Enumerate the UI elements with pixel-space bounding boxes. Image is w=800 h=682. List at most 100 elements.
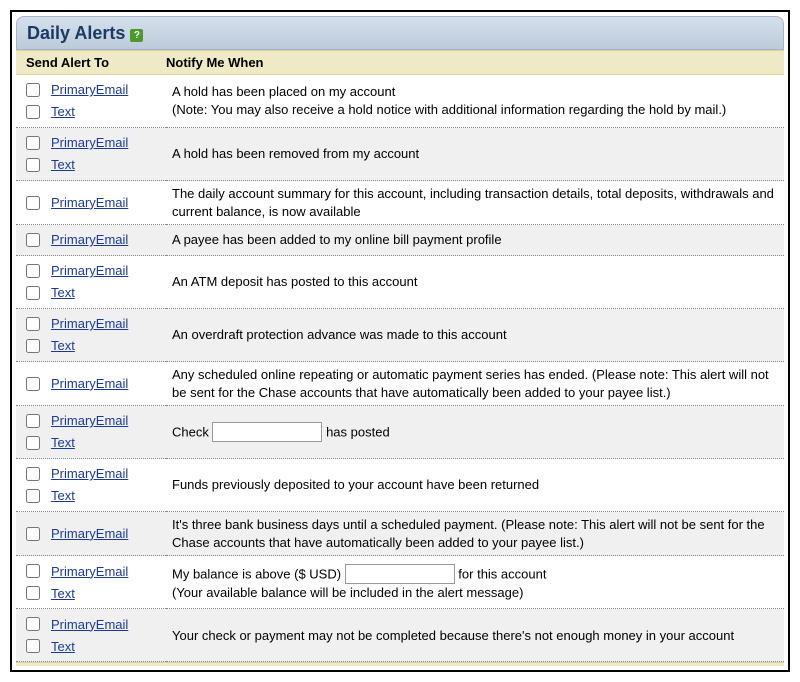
col-notify-me-when: Notify Me When [166, 55, 784, 70]
alert-option: Text [22, 432, 160, 454]
col-send-alert-to: Send Alert To [16, 55, 166, 70]
checkbox-primary-email[interactable] [26, 136, 40, 150]
alert-row: PrimaryEmail Text Your check or payment ma… [16, 609, 784, 662]
alert-option: PrimaryEmail [22, 560, 160, 582]
alert-description: An overdraft protection advance was made… [166, 309, 784, 362]
alert-options-cell: PrimaryEmail Text [16, 309, 166, 362]
link-primary-email[interactable]: PrimaryEmail [51, 262, 128, 280]
alert-description: It's three bank business days until a sc… [166, 512, 784, 556]
check-number-input[interactable] [212, 422, 322, 442]
link-primary-email[interactable]: PrimaryEmail [51, 134, 128, 152]
link-primary-email[interactable]: PrimaryEmail [51, 563, 128, 581]
link-text[interactable]: Text [51, 337, 75, 355]
alert-option: PrimaryEmail [22, 410, 160, 432]
link-text[interactable]: Text [51, 103, 75, 121]
link-primary-email[interactable]: PrimaryEmail [51, 375, 128, 393]
link-primary-email[interactable]: PrimaryEmail [51, 616, 128, 634]
alert-option: Text [22, 635, 160, 657]
alert-row: PrimaryEmail Text An ATM deposit has poste… [16, 256, 784, 309]
checkbox-text[interactable] [26, 286, 40, 300]
checkbox-primary-email[interactable] [26, 233, 40, 247]
link-primary-email[interactable]: PrimaryEmail [51, 194, 128, 212]
alert-row: PrimaryEmail Text An overdraft protection … [16, 309, 784, 362]
alert-description: Your check or payment may not be complet… [166, 609, 784, 662]
link-primary-email[interactable]: PrimaryEmail [51, 315, 128, 333]
alert-options-cell: PrimaryEmail [16, 362, 166, 406]
checkbox-primary-email[interactable] [26, 377, 40, 391]
alert-options-cell: PrimaryEmail [16, 225, 166, 256]
bottom-strip [16, 662, 784, 666]
alert-option: PrimaryEmail [22, 523, 160, 545]
checkbox-text[interactable] [26, 158, 40, 172]
checkbox-primary-email[interactable] [26, 264, 40, 278]
column-header-row: Send Alert To Notify Me When [16, 50, 784, 75]
checkbox-text[interactable] [26, 489, 40, 503]
alert-description: Any scheduled online repeating or automa… [166, 362, 784, 406]
alert-options-cell: PrimaryEmail [16, 181, 166, 225]
alert-description: An ATM deposit has posted to this accoun… [166, 256, 784, 309]
checkbox-primary-email[interactable] [26, 527, 40, 541]
checkbox-text[interactable] [26, 436, 40, 450]
alert-option: PrimaryEmail [22, 79, 160, 101]
checkbox-primary-email[interactable] [26, 317, 40, 331]
alerts-table: PrimaryEmail Text A hold has been placed o… [16, 75, 784, 662]
alert-row: PrimaryEmail Any scheduled online repeati… [16, 362, 784, 406]
checkbox-primary-email[interactable] [26, 467, 40, 481]
alert-row: PrimaryEmail Text A hold has been removed … [16, 128, 784, 181]
alert-option: Text [22, 335, 160, 357]
alert-options-cell: PrimaryEmail Text [16, 406, 166, 459]
alert-option: Text [22, 101, 160, 123]
alert-options-cell: PrimaryEmail Text [16, 459, 166, 512]
link-text[interactable]: Text [51, 434, 75, 452]
alert-description: The daily account summary for this accou… [166, 181, 784, 225]
link-text[interactable]: Text [51, 156, 75, 174]
alert-row: PrimaryEmail Text Check has posted [16, 406, 784, 459]
alert-row: PrimaryEmail Text Funds previously deposit… [16, 459, 784, 512]
alert-option: PrimaryEmail [22, 132, 160, 154]
alert-row: PrimaryEmail The daily account summary fo… [16, 181, 784, 225]
alert-option: PrimaryEmail [22, 463, 160, 485]
checkbox-primary-email[interactable] [26, 617, 40, 631]
alert-row: PrimaryEmail Text A hold has been placed o… [16, 75, 784, 128]
alert-option: Text [22, 154, 160, 176]
alert-options-cell: PrimaryEmail [16, 512, 166, 556]
alert-description: A hold has been placed on my account(Not… [166, 75, 784, 128]
checkbox-primary-email[interactable] [26, 564, 40, 578]
link-text[interactable]: Text [51, 284, 75, 302]
alert-option: PrimaryEmail [22, 613, 160, 635]
alert-option: PrimaryEmail [22, 229, 160, 251]
alert-option: PrimaryEmail [22, 260, 160, 282]
link-text[interactable]: Text [51, 487, 75, 505]
alert-description: Check has posted [166, 406, 784, 459]
panel-title: Daily Alerts [27, 23, 125, 43]
checkbox-primary-email[interactable] [26, 196, 40, 210]
checkbox-text[interactable] [26, 586, 40, 600]
alert-options-cell: PrimaryEmail Text [16, 609, 166, 662]
link-text[interactable]: Text [51, 585, 75, 603]
link-primary-email[interactable]: PrimaryEmail [51, 525, 128, 543]
link-primary-email[interactable]: PrimaryEmail [51, 465, 128, 483]
alert-row: PrimaryEmail Text My balance is above ($ U… [16, 556, 784, 609]
link-primary-email[interactable]: PrimaryEmail [51, 231, 128, 249]
alert-description: A payee has been added to my online bill… [166, 225, 784, 256]
alert-description: My balance is above ($ USD) for this acc… [166, 556, 784, 609]
balance-threshold-input[interactable] [345, 564, 455, 584]
link-text[interactable]: Text [51, 638, 75, 656]
checkbox-primary-email[interactable] [26, 414, 40, 428]
alert-description: A hold has been removed from my account [166, 128, 784, 181]
alert-options-cell: PrimaryEmail Text [16, 75, 166, 128]
alert-option: PrimaryEmail [22, 313, 160, 335]
checkbox-primary-email[interactable] [26, 83, 40, 97]
alert-option: Text [22, 582, 160, 604]
panel-header: Daily Alerts ? [16, 16, 784, 50]
checkbox-text[interactable] [26, 339, 40, 353]
alert-description: Funds previously deposited to your accou… [166, 459, 784, 512]
alert-option: PrimaryEmail [22, 192, 160, 214]
link-primary-email[interactable]: PrimaryEmail [51, 412, 128, 430]
alert-row: PrimaryEmail A payee has been added to my… [16, 225, 784, 256]
checkbox-text[interactable] [26, 639, 40, 653]
help-icon[interactable]: ? [130, 29, 143, 42]
link-primary-email[interactable]: PrimaryEmail [51, 81, 128, 99]
checkbox-text[interactable] [26, 105, 40, 119]
alert-option: Text [22, 485, 160, 507]
